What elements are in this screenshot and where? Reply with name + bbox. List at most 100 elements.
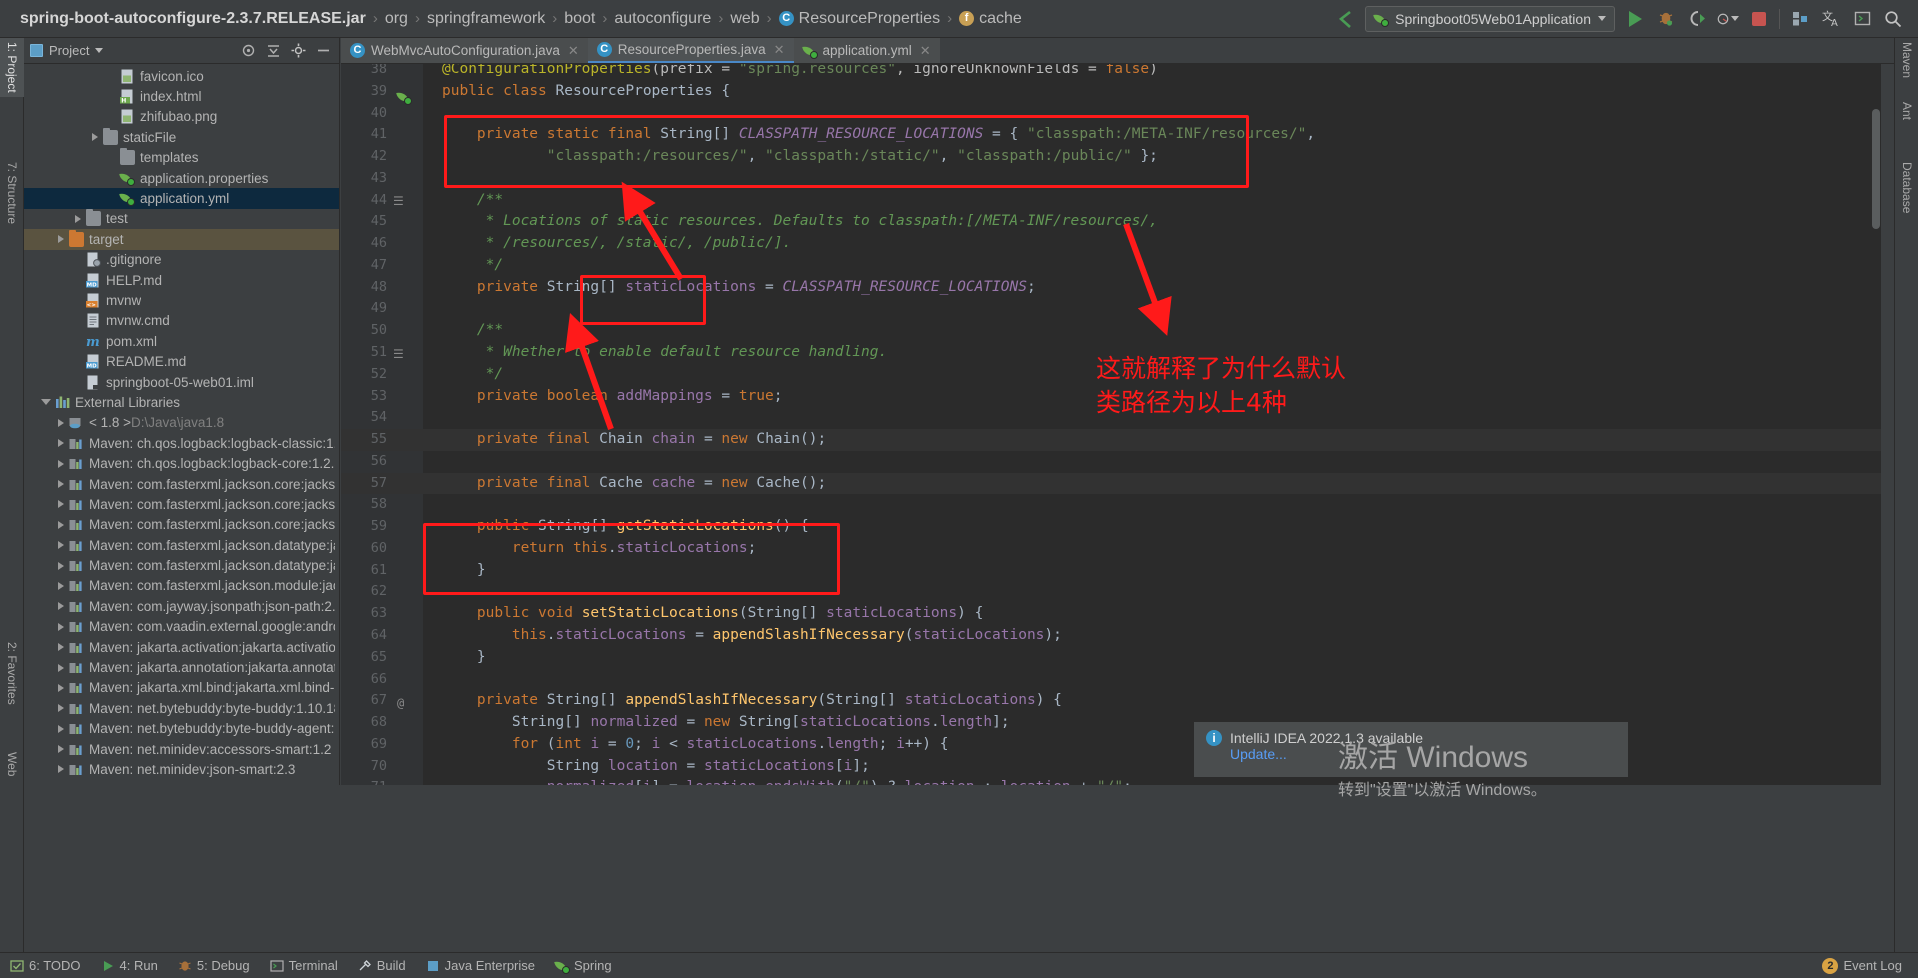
tree-node[interactable]: Maven: net.minidev:accessors-smart:1.2 [24, 739, 339, 759]
notification-balloon[interactable]: i IntelliJ IDEA 2022.1.3 available Updat… [1194, 722, 1628, 777]
translate-button[interactable]: 文 A [1820, 8, 1842, 30]
code-line[interactable]: 56 [341, 451, 1894, 473]
tree-node[interactable]: MD HELP.md [24, 270, 339, 290]
collapse-all-icon[interactable] [266, 43, 281, 58]
breadcrumb-item[interactable]: spring-boot-autoconfigure-2.3.7.RELEASE.… [16, 10, 370, 28]
code-line[interactable]: 66 [341, 669, 1894, 691]
editor-scrollbar[interactable] [1872, 109, 1880, 229]
breadcrumb-item[interactable]: org [381, 10, 412, 28]
breadcrumb-item[interactable]: web [726, 10, 763, 28]
close-icon[interactable]: ✕ [774, 42, 785, 58]
chevron-right-icon[interactable] [58, 745, 64, 754]
chevron-right-icon[interactable] [58, 643, 64, 652]
code-line[interactable]: 63 public void setStaticLocations(String… [341, 603, 1894, 625]
services-button[interactable] [1789, 8, 1811, 30]
project-tree[interactable]: favicon.ico Hindex.html zhifubao.png static… [24, 64, 339, 783]
code-line[interactable]: 44 /** [341, 190, 1894, 212]
sidebar-item-project[interactable]: 1: Project [0, 38, 24, 97]
tree-node[interactable]: Maven: com.fasterxml.jackson.core:jackso… [24, 494, 339, 514]
chevron-down-icon[interactable] [95, 48, 104, 53]
sidebar-item-web[interactable]: Web [0, 748, 24, 780]
chevron-right-icon[interactable] [58, 235, 64, 244]
chevron-right-icon[interactable] [58, 683, 64, 692]
sidebar-item-maven[interactable]: Maven [1895, 38, 1918, 82]
tree-node[interactable]: Maven: net.bytebuddy:byte-buddy-agent:1 [24, 719, 339, 739]
code-line[interactable]: 69 for (int i = 0; i < staticLocations.l… [341, 734, 1894, 756]
code-line[interactable]: 49 [341, 298, 1894, 320]
tree-node[interactable]: Maven: ch.qos.logback:logback-core:1.2.3 [24, 453, 339, 473]
fold-marker-50[interactable]: ☰ [393, 347, 404, 361]
chevron-right-icon[interactable] [58, 602, 64, 611]
tree-node[interactable]: Maven: com.jayway.jsonpath:json-path:2.4… [24, 596, 339, 616]
tree-node[interactable]: application.yml [24, 188, 339, 209]
tree-node[interactable]: favicon.ico [24, 66, 339, 86]
close-icon[interactable]: ✕ [568, 43, 579, 59]
tree-node[interactable]: Maven: jakarta.activation:jakarta.activa… [24, 637, 339, 657]
breadcrumb-item[interactable]: autoconfigure [610, 10, 715, 28]
spring-bean-gutter-icon[interactable] [397, 90, 412, 107]
breadcrumb-item[interactable]: springframework [423, 10, 549, 28]
code-line[interactable]: 48 private String[] staticLocations = CL… [341, 277, 1894, 299]
tree-node[interactable]: Maven: net.bytebuddy:byte-buddy:1.10.18 [24, 698, 339, 718]
chevron-right-icon[interactable] [58, 581, 64, 590]
code-content[interactable]: 38 @ConfigurationProperties(prefix = "spr… [341, 64, 1894, 785]
chevron-right-icon[interactable] [58, 663, 64, 672]
notification-update-link[interactable]: Update... [1230, 746, 1616, 762]
chevron-right-icon[interactable] [58, 439, 64, 448]
fold-marker-44[interactable]: ☰ [393, 194, 404, 208]
code-line[interactable]: 65 } [341, 647, 1894, 669]
tree-node[interactable]: Hindex.html [24, 86, 339, 106]
status-item-terminal[interactable]: Terminal [270, 958, 338, 973]
chevron-right-icon[interactable] [58, 765, 64, 774]
sidebar-item-favorites[interactable]: 2: Favorites [0, 638, 24, 709]
code-line[interactable]: 39 public class ResourceProperties { [341, 81, 1894, 103]
status-item-spring[interactable]: Spring [555, 958, 612, 974]
sidebar-item-database[interactable]: Database [1895, 158, 1918, 217]
chevron-right-icon[interactable] [58, 541, 64, 550]
code-line[interactable]: 50 /** [341, 320, 1894, 342]
code-line[interactable]: 41 private static final String[] CLASSPA… [341, 124, 1894, 146]
code-line[interactable]: 59 public String[] getStaticLocations() … [341, 516, 1894, 538]
code-line[interactable]: 43 [341, 168, 1894, 190]
tree-node[interactable]: Maven: net.minidev:json-smart:2.3 [24, 759, 339, 779]
run-button[interactable] [1624, 8, 1646, 30]
stop-button[interactable] [1748, 8, 1770, 30]
hide-icon[interactable] [316, 43, 331, 58]
profiler-button[interactable] [1717, 8, 1739, 30]
tree-node[interactable]: .gitignore [24, 250, 339, 270]
tree-node[interactable]: External Libraries [24, 392, 339, 412]
tree-node[interactable]: Maven: jakarta.annotation:jakarta.annota… [24, 657, 339, 677]
chevron-right-icon[interactable] [58, 480, 64, 488]
code-line[interactable]: 38 @ConfigurationProperties(prefix = "spr… [341, 64, 1894, 81]
code-editor[interactable]: 38 @ConfigurationProperties(prefix = "spr… [341, 64, 1894, 785]
code-line[interactable]: 45 * Locations of static resources. Defa… [341, 211, 1894, 233]
code-line[interactable]: 55 private final Chain chain = new Chain… [341, 429, 1894, 451]
tree-node[interactable]: Maven: jakarta.xml.bind:jakarta.xml.bind… [24, 678, 339, 698]
sidebar-item-ant[interactable]: Ant [1895, 98, 1918, 124]
tree-node[interactable]: staticFile [24, 127, 339, 147]
chevron-right-icon[interactable] [58, 724, 64, 733]
sidebar-item-structure[interactable]: 7: Structure [0, 158, 24, 228]
chevron-right-icon[interactable] [58, 500, 64, 509]
search-everywhere-button[interactable] [1882, 8, 1904, 30]
tree-node[interactable]: MD README.md [24, 351, 339, 371]
status-item-run[interactable]: 4: Run [101, 958, 158, 973]
chevron-right-icon[interactable] [58, 459, 64, 468]
tree-node[interactable]: test [24, 209, 339, 229]
code-line[interactable]: 46 * /resources/, /static/, /public/]. [341, 233, 1894, 255]
code-line[interactable]: 58 [341, 494, 1894, 516]
editor-tab[interactable]: C WebMvcAutoConfiguration.java ✕ [341, 38, 588, 63]
tree-node[interactable]: mvnw.cmd [24, 311, 339, 331]
editor-tab[interactable]: C ResourceProperties.java ✕ [587, 38, 794, 63]
code-line[interactable]: 62 [341, 581, 1894, 603]
chevron-right-icon[interactable] [58, 622, 64, 631]
tree-node[interactable]: m pom.xml [24, 331, 339, 351]
code-line[interactable]: 67 private String[] appendSlashIfNecessa… [341, 690, 1894, 712]
breadcrumb-item[interactable]: f cache [955, 10, 1026, 28]
editor-marker-bar[interactable] [1881, 64, 1894, 785]
tree-node[interactable]: < 1.8 > D:\Java\java1.8 [24, 413, 339, 433]
code-line[interactable]: 57 private final Cache cache = new Cache… [341, 472, 1894, 495]
code-line[interactable]: 60 return this.staticLocations; [341, 538, 1894, 560]
tree-node[interactable]: springboot-05-web01.iml [24, 372, 339, 392]
chevron-right-icon[interactable] [58, 520, 64, 529]
